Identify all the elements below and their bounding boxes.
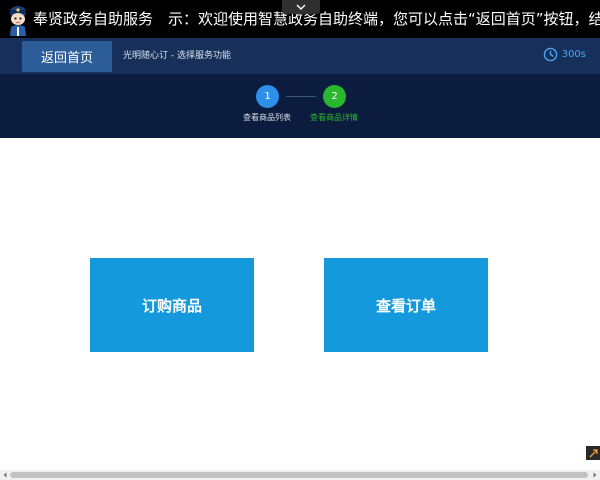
marquee-notice: 示：欢迎使用智慧政务自助终端，您可以点击“返回首页”按钮，结束当前操作 bbox=[168, 10, 600, 28]
home-button[interactable]: 返回首页 bbox=[22, 41, 112, 72]
collapse-toggle[interactable] bbox=[282, 0, 320, 14]
breadcrumb: 光明随心订 - 选择服务功能 bbox=[123, 51, 231, 61]
step-2-label: 查看商品详情 bbox=[310, 113, 358, 122]
step-connector bbox=[286, 96, 316, 97]
step-2-indicator: 2 bbox=[323, 85, 346, 108]
nav-bar: 返回首页 光明随心订 - 选择服务功能 300s bbox=[0, 38, 600, 74]
steps-bar: 1 2 查看商品列表 查看商品详情 bbox=[0, 74, 600, 138]
order-products-button[interactable]: 订购商品 bbox=[90, 258, 254, 352]
scroll-left-icon[interactable] bbox=[1, 471, 9, 479]
app-title: 奉贤政务自助服务 bbox=[33, 10, 154, 28]
countdown-timer: 300s bbox=[543, 47, 586, 62]
chevron-down-icon bbox=[296, 4, 306, 10]
corner-widget[interactable] bbox=[586, 446, 600, 460]
clock-icon bbox=[543, 47, 557, 62]
view-orders-button[interactable]: 查看订单 bbox=[324, 258, 488, 352]
step-1-indicator: 1 bbox=[256, 85, 279, 108]
kiosk-page: 奉贤政务自助服务 示：欢迎使用智慧政务自助终端，您可以点击“返回首页”按钮，结束… bbox=[0, 0, 600, 480]
horizontal-scrollbar[interactable] bbox=[0, 470, 600, 480]
title-bar: 奉贤政务自助服务 示：欢迎使用智慧政务自助终端，您可以点击“返回首页”按钮，结束… bbox=[0, 0, 600, 38]
scroll-right-icon[interactable] bbox=[591, 471, 599, 479]
step-1-label: 查看商品列表 bbox=[243, 113, 291, 122]
mascot-icon bbox=[6, 3, 30, 36]
expand-icon bbox=[589, 448, 598, 457]
countdown-value: 300s bbox=[561, 49, 586, 60]
scrollbar-thumb[interactable] bbox=[10, 472, 588, 478]
